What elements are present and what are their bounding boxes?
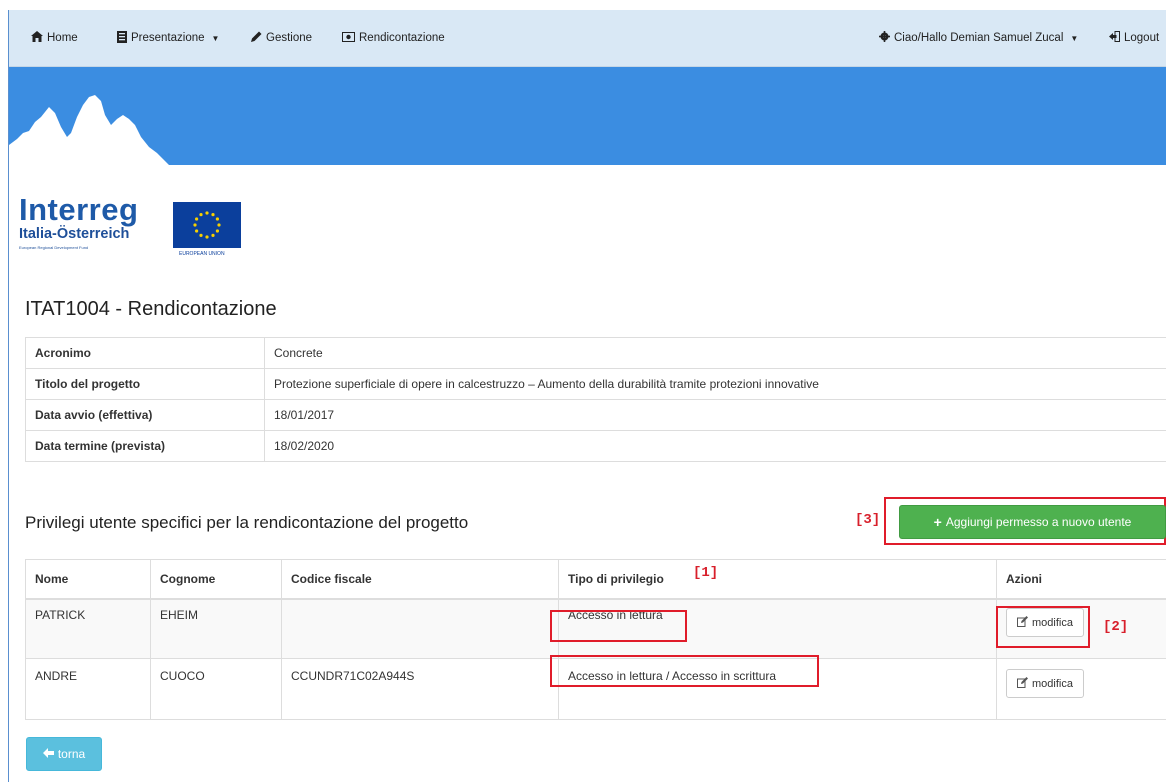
- nav-presentazione[interactable]: Presentazione ▼: [117, 30, 220, 46]
- info-label: Data termine (prevista): [25, 430, 265, 462]
- edit-icon: [1017, 676, 1028, 691]
- page-title: ITAT1004 - Rendicontazione: [25, 298, 277, 320]
- nav-logout-label: Logout: [1124, 32, 1160, 44]
- privilege-type-text: Accesso in lettura / Accesso in scrittur…: [568, 669, 777, 683]
- add-user-permission-label: Aggiungi permesso a nuovo utente: [945, 515, 1132, 529]
- cell-nome: ANDRE: [25, 658, 151, 720]
- top-navbar: Home Presentazione ▼ Gestione Rendiconta…: [9, 10, 1166, 67]
- mountain-silhouette: [9, 95, 169, 165]
- cell-tipo-privilegio: Accesso in lettura: [558, 598, 997, 659]
- logo-subtitle: Italia-Österreich: [19, 226, 130, 242]
- plus-icon: +: [933, 514, 942, 530]
- add-user-permission-button[interactable]: + Aggiungi permesso a nuovo utente: [899, 505, 1166, 539]
- info-value: 18/02/2020: [264, 430, 1166, 462]
- nav-gestione[interactable]: Gestione: [251, 31, 312, 45]
- cell-cognome: EHEIM: [150, 598, 282, 659]
- gear-icon: [879, 31, 890, 45]
- cell-codice-fiscale: CCUNDR71C02A944S: [281, 658, 559, 720]
- annotation-label-1: [1]: [693, 565, 719, 581]
- privileges-section-title: Privilegi utente specifici per la rendic…: [25, 513, 469, 532]
- column-header-tipo-privilegio: Tipo di privilegio: [558, 559, 997, 600]
- list-icon: [117, 30, 127, 46]
- money-icon: [342, 31, 355, 45]
- home-icon: [31, 31, 43, 45]
- nav-home-label: Home: [47, 32, 78, 44]
- privileges-table: Nome Cognome Codice fiscale Tipo di priv…: [25, 559, 1166, 720]
- project-info-table: Acronimo Concrete Titolo del progetto Pr…: [25, 337, 1166, 462]
- annotation-label-2: [2]: [1103, 619, 1129, 635]
- nav-presentazione-label: Presentazione: [131, 32, 205, 44]
- cell-cognome: CUOCO: [150, 658, 282, 720]
- cell-tipo-privilegio: Accesso in lettura / Accesso in scrittur…: [558, 658, 997, 720]
- cell-azioni: modifica: [996, 598, 1166, 659]
- nav-user-menu[interactable]: Ciao/Hallo Demian Samuel Zucal ▼: [879, 31, 1078, 45]
- logo-tagline: European Regional Development Fund: [19, 245, 89, 250]
- column-header-cognome: Cognome: [150, 559, 282, 600]
- info-value: Concrete: [264, 337, 1166, 369]
- info-row: Data termine (prevista) 18/02/2020: [25, 430, 1166, 462]
- column-header-nome: Nome: [25, 559, 151, 600]
- eu-label: EUROPEAN UNION: [179, 251, 225, 257]
- info-label: Data avvio (effettiva): [25, 399, 265, 431]
- cell-azioni: modifica: [996, 658, 1166, 720]
- back-button[interactable]: torna: [26, 737, 102, 771]
- chevron-down-icon: ▼: [1070, 33, 1079, 43]
- edit-button-label: modifica: [1032, 616, 1073, 629]
- info-label: Titolo del progetto: [25, 368, 265, 400]
- chevron-down-icon: ▼: [211, 33, 220, 43]
- privilege-type-text: Accesso in lettura: [568, 608, 663, 622]
- info-value: 18/01/2017: [264, 399, 1166, 431]
- logout-icon: [1109, 31, 1120, 45]
- column-header-azioni: Azioni: [996, 559, 1166, 600]
- nav-user-label: Ciao/Hallo Demian Samuel Zucal: [894, 32, 1064, 44]
- info-value: Protezione superficiale di opere in calc…: [264, 368, 1166, 400]
- info-row: Data avvio (effettiva) 18/01/2017: [25, 399, 1166, 431]
- nav-rendicontazione[interactable]: Rendicontazione: [342, 31, 445, 45]
- header-banner: [9, 67, 1166, 165]
- edit-button[interactable]: modifica: [1006, 608, 1084, 637]
- info-row: Acronimo Concrete: [25, 337, 1166, 369]
- info-row: Titolo del progetto Protezione superfici…: [25, 368, 1166, 400]
- table-row: PATRICK EHEIM Accesso in lettura modific…: [25, 598, 1166, 659]
- info-label: Acronimo: [25, 337, 265, 369]
- eu-flag-icon: [173, 202, 241, 248]
- arrow-left-icon: [42, 747, 54, 761]
- annotation-label-3: [3]: [855, 512, 881, 528]
- table-row: ANDRE CUOCO CCUNDR71C02A944S Accesso in …: [25, 658, 1166, 720]
- page: Home Presentazione ▼ Gestione Rendiconta…: [8, 10, 1166, 782]
- cell-nome: PATRICK: [25, 598, 151, 659]
- logo-title: Interreg: [19, 192, 139, 227]
- nav-logout[interactable]: Logout: [1109, 31, 1159, 45]
- pencil-icon: [251, 31, 262, 45]
- table-header-row: Nome Cognome Codice fiscale Tipo di priv…: [25, 559, 1166, 600]
- edit-button[interactable]: modifica: [1006, 669, 1084, 698]
- back-button-label: torna: [57, 747, 86, 761]
- column-header-codice-fiscale: Codice fiscale: [281, 559, 559, 600]
- nav-home[interactable]: Home: [31, 31, 78, 45]
- edit-icon: [1017, 615, 1028, 630]
- interreg-logo: Interreg Italia-Österreich European Regi…: [19, 192, 241, 257]
- edit-button-label: modifica: [1032, 677, 1073, 690]
- cell-codice-fiscale: [281, 598, 559, 659]
- nav-gestione-label: Gestione: [266, 32, 313, 44]
- nav-rendicontazione-label: Rendicontazione: [359, 32, 445, 44]
